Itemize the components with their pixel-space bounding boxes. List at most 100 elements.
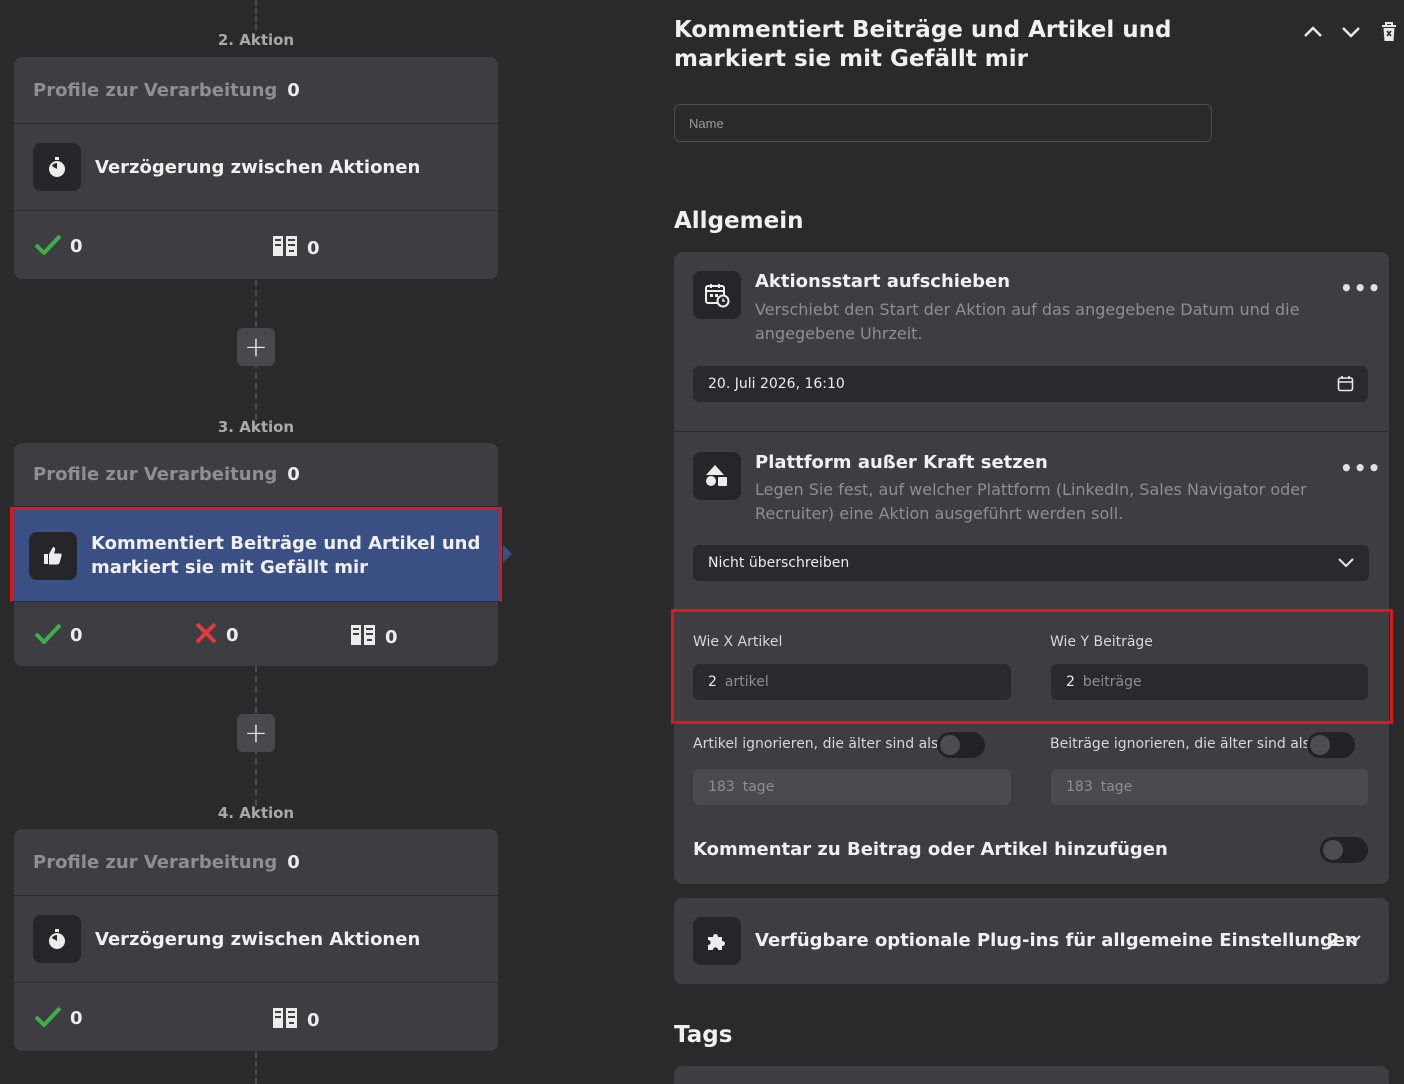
profiles-row: Profile zur Verarbeitung 0 [14, 443, 498, 507]
action-card[interactable]: Profile zur Verarbeitung 0 Verzögerung z… [14, 57, 498, 279]
chevron-up-icon[interactable] [1302, 22, 1324, 46]
profiles-row: Profile zur Verarbeitung 0 [14, 57, 498, 124]
chevron-down-icon[interactable] [1340, 22, 1362, 46]
success-count: 0 [70, 1008, 83, 1029]
action-row[interactable]: Verzögerung zwischen Aktionen [14, 124, 498, 211]
divider [674, 431, 1389, 432]
date-time-input[interactable]: 20. Juli 2026, 16:10 [693, 366, 1368, 402]
step-label: 2. Aktion [217, 31, 295, 49]
stopwatch-icon [33, 915, 81, 963]
like-y-posts-input[interactable]: 2 beiträge [1051, 664, 1368, 700]
action-row[interactable]: Verzögerung zwischen Aktionen [14, 896, 498, 983]
tags-heading: Tags [674, 1022, 733, 1048]
selected-pointer [503, 545, 512, 563]
thumbs-up-icon [29, 531, 77, 580]
calendar-icon[interactable] [1337, 375, 1354, 396]
check-icon [34, 622, 62, 649]
failed-count: 0 [226, 625, 239, 646]
stats-row: 0 0 [14, 983, 498, 1051]
stats-row: 0 0 [14, 211, 498, 279]
ignore-posts-unit: tage [1100, 779, 1133, 795]
calendar-clock-icon [693, 271, 741, 319]
ignore-posts-input[interactable]: 183 tage [1051, 769, 1368, 805]
action-name: Verzögerung zwischen Aktionen [95, 928, 421, 950]
skipped-stat: 0 [271, 233, 320, 264]
ignore-posts-label: Beiträge ignorieren, die älter sind als [1050, 736, 1310, 752]
profiles-count: 0 [287, 79, 300, 101]
action-card[interactable]: Profile zur Verarbeitung 0 Verzögerung z… [14, 829, 498, 1051]
shapes-icon [693, 452, 741, 500]
like-x-articles-label: Wie X Artikel [693, 634, 783, 650]
platform-select[interactable]: Nicht überschreiben [693, 545, 1369, 581]
skipped-count: 0 [307, 238, 320, 259]
platform-title: Plattform außer Kraft setzen [755, 452, 1048, 473]
tags-panel [674, 1066, 1389, 1084]
failed-stat: 0 [194, 622, 239, 649]
profiles-label: Profile zur Verarbeitung [33, 79, 278, 101]
success-count: 0 [70, 236, 83, 257]
like-y-posts-unit: beiträge [1082, 674, 1142, 690]
action-name: Kommentiert Beiträge und Artikel und mar… [91, 532, 481, 578]
ignore-articles-toggle[interactable] [937, 732, 985, 758]
skip-icon [271, 1005, 299, 1036]
like-x-articles-input[interactable]: 2 artikel [693, 664, 1011, 700]
chevron-down-icon[interactable] [1344, 932, 1362, 952]
skipped-stat: 0 [349, 622, 398, 653]
action-card-active[interactable]: Profile zur Verarbeitung 0 Kommentiert B… [10, 443, 512, 666]
like-y-posts-value: 2 [1066, 674, 1075, 690]
step-label: 3. Aktion [217, 418, 295, 436]
profiles-row: Profile zur Verarbeitung 0 [14, 829, 498, 896]
comment-toggle[interactable] [1320, 837, 1368, 863]
profiles-label: Profile zur Verarbeitung [33, 464, 278, 485]
plugins-panel[interactable]: Verfügbare optionale Plug-ins für allgem… [674, 898, 1389, 984]
profiles-count: 0 [287, 464, 300, 485]
skip-icon [271, 233, 299, 264]
delay-start-title: Aktionsstart aufschieben [755, 271, 1011, 292]
skipped-stat: 0 [271, 1005, 320, 1036]
ignore-posts-value: 183 [1066, 779, 1093, 795]
skipped-count: 0 [307, 1010, 320, 1031]
trash-icon[interactable] [1380, 21, 1398, 47]
comment-toggle-label: Kommentar zu Beitrag oder Artikel hinzuf… [693, 839, 1168, 860]
stats-row: 0 0 0 [14, 602, 498, 666]
delay-start-description: Verschiebt den Start der Aktion auf das … [755, 300, 1300, 343]
platform-description: Legen Sie fest, auf welcher Plattform (L… [755, 480, 1307, 523]
profiles-label: Profile zur Verarbeitung [33, 851, 278, 873]
check-icon [34, 233, 62, 260]
cross-icon [194, 622, 218, 649]
action-row-selected[interactable]: Kommentiert Beiträge und Artikel und mar… [10, 507, 502, 602]
like-y-posts-label: Wie Y Beiträge [1050, 634, 1153, 650]
plugins-count: 2 [1327, 930, 1340, 951]
ignore-posts-toggle[interactable] [1307, 732, 1355, 758]
action-name: Verzögerung zwischen Aktionen [95, 156, 421, 178]
skipped-count: 0 [385, 627, 398, 648]
plugins-label: Verfügbare optionale Plug-ins für allgem… [755, 930, 1358, 951]
success-stat: 0 [34, 622, 83, 649]
ignore-articles-label: Artikel ignorieren, die älter sind als [693, 736, 939, 752]
more-options-icon[interactable]: ••• [1340, 276, 1381, 300]
success-stat: 0 [34, 1005, 83, 1032]
add-action-button[interactable]: + [237, 714, 275, 752]
more-options-icon[interactable]: ••• [1340, 456, 1381, 480]
add-action-button[interactable]: + [237, 328, 275, 366]
platform-selected: Nicht überschreiben [708, 555, 850, 571]
like-x-articles-unit: artikel [724, 674, 769, 690]
puzzle-icon [693, 917, 741, 965]
success-stat: 0 [34, 233, 83, 260]
like-x-articles-value: 2 [708, 674, 717, 690]
general-heading: Allgemein [674, 208, 804, 234]
stopwatch-icon [33, 143, 81, 191]
general-panel: Aktionsstart aufschieben Verschiebt den … [671, 252, 1393, 884]
panel-title: Kommentiert Beiträge und Artikel und mar… [674, 17, 1172, 72]
ignore-articles-input[interactable]: 183 tage [693, 769, 1011, 805]
ignore-articles-value: 183 [708, 779, 735, 795]
ignore-articles-unit: tage [742, 779, 775, 795]
skip-icon [349, 622, 377, 653]
profiles-count: 0 [287, 851, 300, 873]
name-input[interactable] [674, 104, 1212, 142]
chevron-down-icon [1337, 555, 1355, 575]
check-icon [34, 1005, 62, 1032]
success-count: 0 [70, 625, 83, 646]
step-label: 4. Aktion [217, 804, 295, 822]
date-time-value: 20. Juli 2026, 16:10 [708, 376, 845, 392]
